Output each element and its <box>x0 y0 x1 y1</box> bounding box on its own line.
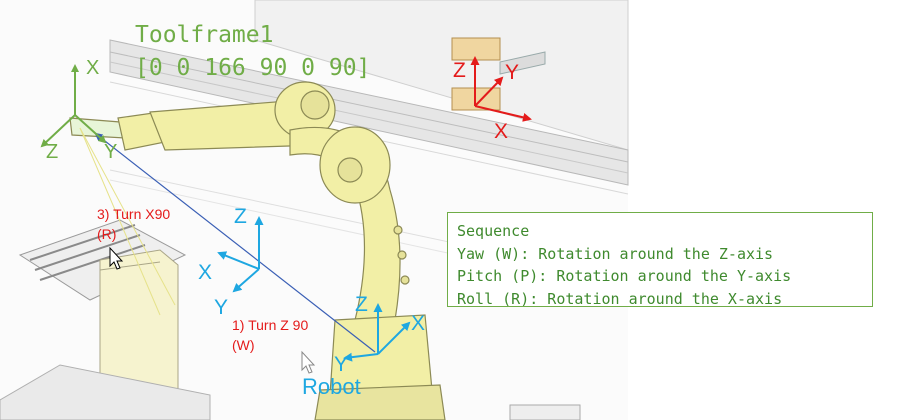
step3-code: (R) <box>97 226 117 242</box>
robot-label: Robot <box>302 374 361 399</box>
step1-code: (W) <box>232 337 255 353</box>
mid-y-label: Y <box>214 296 229 319</box>
sequence-line-roll: Roll (R): Rotation around the X-axis <box>457 289 783 308</box>
toolframe-z-label: Z <box>46 141 59 163</box>
user-x-label: X <box>494 120 509 143</box>
sequence-line-pitch: Pitch (P): Rotation around the Y-axis <box>457 267 792 285</box>
mid-z-label: Z <box>234 205 247 228</box>
sequence-line-yaw: Yaw (W): Rotation around the Z-axis <box>457 244 774 263</box>
robot-z-label: Z <box>355 293 368 316</box>
toolframe-title: Toolframe1 <box>135 22 274 48</box>
sequence-title: Sequence <box>457 222 530 240</box>
step3-title: 3) Turn X90 <box>97 206 171 222</box>
toolframe-x-label: X <box>86 57 100 79</box>
robot-x-label: X <box>411 312 426 335</box>
user-y-label: Y <box>505 61 520 84</box>
user-z-label: Z <box>453 59 466 82</box>
sequence-legend: Sequence Yaw (W): Rotation around the Z-… <box>447 212 873 308</box>
toolframe-y-label: Y <box>104 141 118 163</box>
mid-x-label: X <box>198 261 213 284</box>
step1-title: 1) Turn Z 90 <box>232 317 309 333</box>
robot-y-label: Y <box>334 353 349 376</box>
toolframe-values: [0 0 166 90 0 90] <box>135 55 371 81</box>
